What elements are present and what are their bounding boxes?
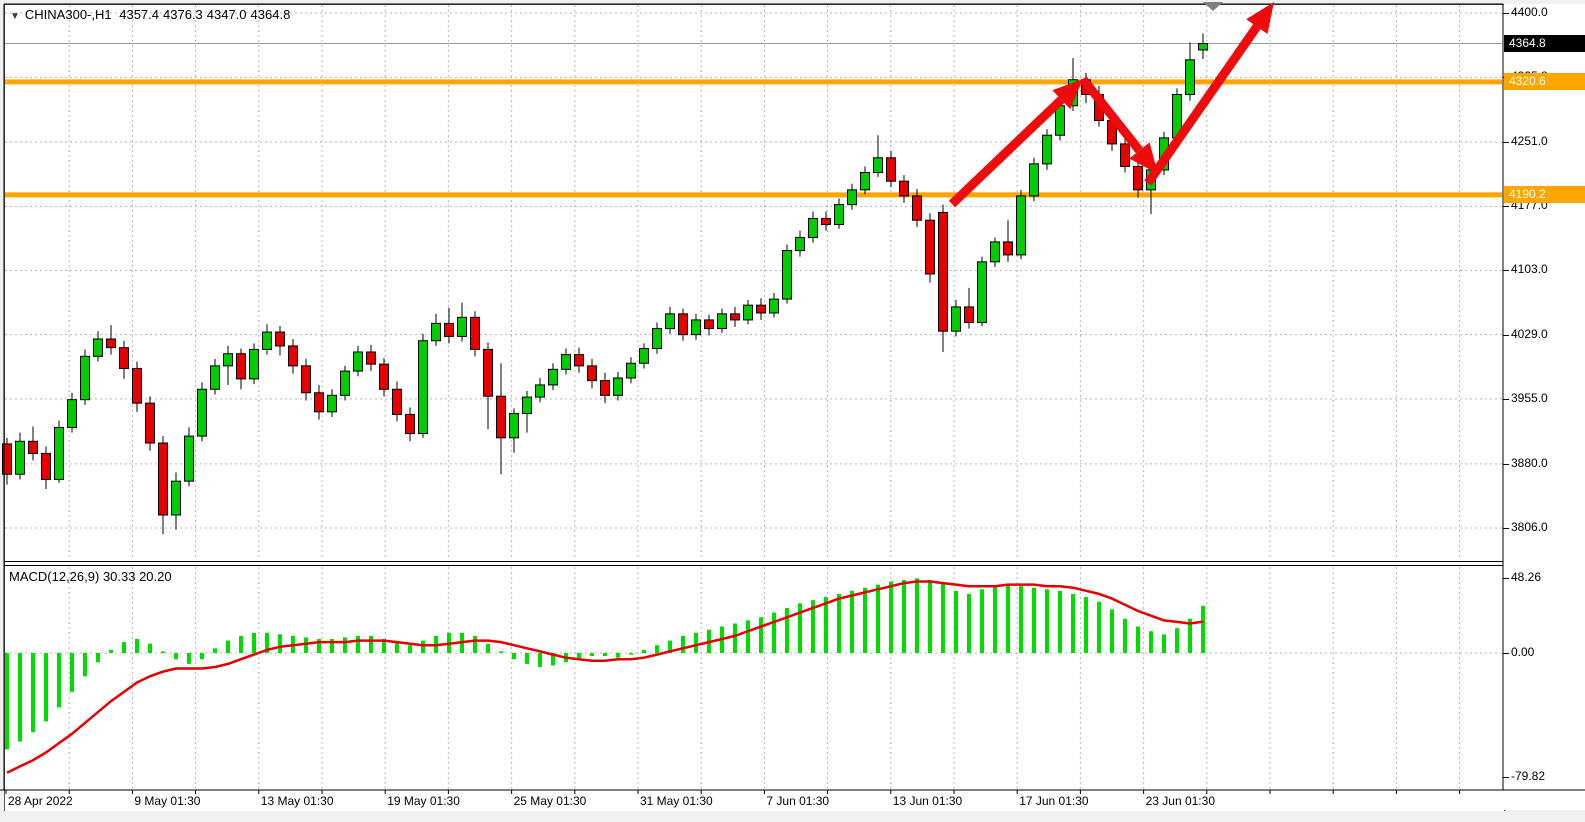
- time-axis-label: 23 Jun 01:30: [1146, 794, 1215, 808]
- macd-indicator-label: MACD(12,26,9) 30.33 20.20: [9, 569, 172, 584]
- macd-tick-mark: [1503, 653, 1509, 654]
- time-axis-label: 19 May 01:30: [387, 794, 460, 808]
- symbol-period-label: CHINA300-,H1: [25, 7, 112, 22]
- price-tick-label: 4029.0: [1511, 327, 1548, 341]
- chart-window: ▼ CHINA300-,H1 4357.4 4376.3 4347.0 4364.8 M…: [0, 0, 1585, 822]
- macd-name: MACD(12,26,9): [9, 569, 99, 584]
- price-tick-mark: [1503, 142, 1509, 143]
- macd-tick-mark: [1503, 578, 1509, 579]
- symbol-dropdown-icon[interactable]: ▼: [10, 11, 20, 22]
- support-level-badge: 4190.2: [1504, 186, 1585, 203]
- price-tick-label: 3806.0: [1511, 520, 1548, 534]
- macd-tick-label: 0.00: [1511, 645, 1534, 659]
- resistance-level-badge: 4320.6: [1504, 73, 1585, 90]
- grid-layer: [5, 5, 1502, 789]
- time-axis-label: 9 May 01:30: [134, 794, 200, 808]
- price-tick-mark: [1503, 399, 1509, 400]
- chart-shift-marker-icon[interactable]: [1203, 2, 1223, 11]
- price-chart-canvas[interactable]: [0, 0, 1585, 822]
- time-axis-label: 17 Jun 01:30: [1019, 794, 1088, 808]
- price-tick-label: 4103.0: [1511, 262, 1548, 276]
- time-axis-label: 7 Jun 01:30: [766, 794, 829, 808]
- macd-signal-line: [7, 582, 1203, 773]
- price-tick-mark: [1503, 464, 1509, 465]
- price-tick-label: 4400.0: [1511, 5, 1548, 19]
- macd-values: 30.33 20.20: [103, 569, 172, 584]
- macd-tick-label: 48.26: [1511, 570, 1541, 584]
- time-axis-label: 13 Jun 01:30: [893, 794, 962, 808]
- time-axis-label: 31 May 01:30: [640, 794, 713, 808]
- horizontal-level-lines: [5, 82, 1502, 195]
- ohlc-close: 4364.8: [251, 7, 291, 22]
- time-axis-label: 13 May 01:30: [261, 794, 334, 808]
- macd-tick-mark: [1503, 777, 1509, 778]
- trend-arrows: [952, 2, 1274, 204]
- time-axis-label: 25 May 01:30: [514, 794, 587, 808]
- price-tick-mark: [1503, 528, 1509, 529]
- time-axis-label: 28 Apr 2022: [8, 794, 73, 808]
- macd-histogram: [5, 578, 1205, 749]
- price-tick-mark: [1503, 206, 1509, 207]
- ohlc-open: 4357.4: [119, 7, 159, 22]
- chart-title: ▼ CHINA300-,H1 4357.4 4376.3 4347.0 4364.8: [10, 7, 294, 22]
- price-tick-mark: [1503, 335, 1509, 336]
- price-tick-label: 4251.0: [1511, 134, 1548, 148]
- price-tick-label: 3880.0: [1511, 456, 1548, 470]
- bid-price-badge: 4364.8: [1504, 35, 1585, 52]
- price-tick-mark: [1503, 270, 1509, 271]
- ohlc-high: 4376.3: [163, 7, 203, 22]
- price-tick-mark: [1503, 13, 1509, 14]
- window-bottom-edge: [0, 811, 1585, 822]
- ohlc-low: 4347.0: [207, 7, 247, 22]
- price-tick-label: 3955.0: [1511, 391, 1548, 405]
- candles-layer: [3, 34, 1208, 535]
- macd-tick-label: -79.82: [1511, 769, 1545, 783]
